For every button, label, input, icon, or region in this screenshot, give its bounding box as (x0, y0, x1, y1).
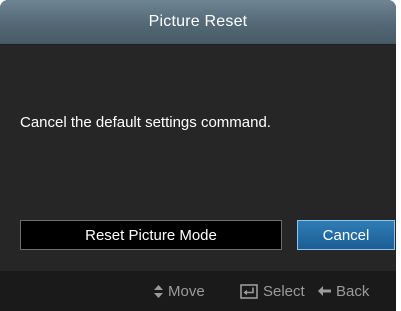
dialog-title: Picture Reset (148, 13, 248, 30)
hint-back: Back (318, 271, 369, 311)
enter-key-icon (240, 283, 258, 299)
footer-hints: Move Select Back (0, 271, 396, 311)
hint-select: Select (240, 271, 305, 311)
cancel-button[interactable]: Cancel (297, 220, 395, 250)
up-down-arrow-icon (154, 284, 163, 298)
hint-select-label: Select (263, 282, 305, 300)
left-arrow-icon (318, 286, 331, 296)
hint-move-label: Move (168, 282, 205, 300)
picture-reset-dialog: Picture Reset Cancel the default setting… (0, 0, 396, 311)
button-row: Reset Picture Mode Cancel (20, 220, 396, 252)
reset-picture-mode-label: Reset Picture Mode (85, 226, 217, 244)
cancel-label: Cancel (322, 226, 370, 244)
reset-picture-mode-button[interactable]: Reset Picture Mode (20, 220, 282, 250)
dialog-message: Cancel the default settings command. (20, 114, 271, 131)
hint-back-label: Back (336, 282, 370, 300)
title-bar: Picture Reset (0, 0, 396, 45)
hint-move: Move (154, 271, 205, 311)
